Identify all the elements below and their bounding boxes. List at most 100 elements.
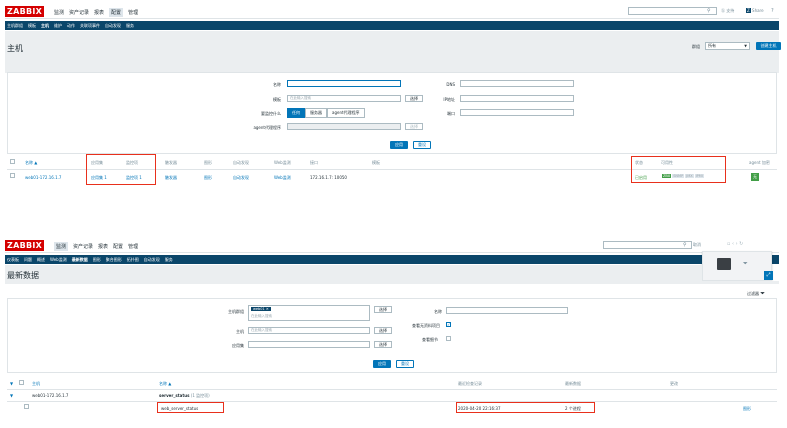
submenu-actions[interactable]: 动作 — [67, 23, 75, 29]
window-controls-icon[interactable]: ▫ ‹ › ↻ — [727, 241, 743, 247]
monitored-proxy[interactable]: agent代理程序 — [327, 108, 365, 118]
col-host[interactable]: 主机 — [32, 381, 40, 387]
item-graph-link[interactable]: 图形 — [743, 406, 751, 412]
monitored-server[interactable]: 服务器 — [305, 108, 327, 118]
triggers-link[interactable]: 触发器 — [165, 175, 177, 181]
group-select[interactable]: 所有 ▼ — [705, 42, 750, 50]
submenu-maps[interactable]: 拓扑图 — [127, 257, 139, 263]
submenu-latest-data[interactable]: 最新数据 — [72, 257, 88, 263]
filter-template-input[interactable]: 在此输入搜索 — [287, 95, 401, 102]
dropdown-icon[interactable]: ⏷ — [743, 260, 748, 268]
filter-dns-input[interactable] — [460, 80, 574, 87]
application-input[interactable] — [248, 341, 370, 348]
monitored-by-radio: 任何 服务器 agent代理程序 — [287, 108, 365, 118]
image-popup[interactable]: ⏷ — [702, 251, 772, 281]
expand-host-icon[interactable]: ▼ — [10, 393, 13, 398]
select-all-checkbox-2[interactable] — [19, 380, 24, 385]
highlight-apps-items — [86, 154, 156, 185]
host-select-button[interactable]: 选择 — [374, 327, 392, 334]
row-checkbox[interactable] — [10, 173, 15, 178]
submenu-web[interactable]: Web监测 — [50, 257, 67, 263]
submenu-host-groups[interactable]: 主机群组 — [7, 23, 23, 29]
submenu-services[interactable]: 服务 — [126, 23, 134, 29]
share-link[interactable]: Z Share — [746, 8, 764, 13]
submenu-dashboard[interactable]: 仪表板 — [7, 257, 19, 263]
latest-reset-button[interactable]: 重设 — [396, 360, 414, 368]
menu-reports[interactable]: 报表 — [94, 9, 104, 16]
help-icon[interactable]: ? — [771, 8, 774, 14]
search-input-2[interactable] — [603, 241, 692, 249]
graphs-link[interactable]: 图形 — [204, 175, 212, 181]
search-input[interactable] — [628, 7, 717, 15]
submenu-overview[interactable]: 概述 — [37, 257, 45, 263]
col-item-name[interactable]: 名称 ▲ — [159, 381, 171, 387]
latest-apply-button[interactable]: 应用 — [373, 360, 391, 368]
submenu-problems[interactable]: 问题 — [24, 257, 32, 263]
filter-reset-button[interactable]: 重设 — [413, 141, 431, 149]
template-select-button[interactable]: 选择 — [405, 95, 423, 102]
search-icon[interactable]: ⚲ — [707, 8, 711, 14]
submenu-graphs[interactable]: 图形 — [93, 257, 101, 263]
app-group-count: (1 监控项) — [190, 393, 210, 398]
menu-inventory-2[interactable]: 资产记录 — [73, 243, 93, 250]
submenu-hosts[interactable]: 主机 — [41, 23, 49, 29]
filter-toggle[interactable]: 过滤器 ⏷ — [747, 290, 765, 298]
fullscreen-icon[interactable]: ⤢ — [764, 271, 773, 280]
submenu-discovery[interactable]: 自动发现 — [105, 23, 121, 29]
latest-data-page: ZABBIX 监测 资产记录 报表 配置 管理 ⚲ 取消 ▫ ‹ › ↻ 仪表板… — [5, 237, 779, 423]
host-group-select-button[interactable]: 选择 — [374, 306, 392, 313]
submenu-correlation[interactable]: 关联项事件 — [80, 23, 100, 29]
application-select-button[interactable]: 选择 — [374, 341, 392, 348]
menu-monitoring-2[interactable]: 监测 — [54, 242, 69, 251]
application-label: 应用集 — [232, 343, 244, 348]
app-group-name: server_status (1 监控项) — [159, 393, 210, 399]
col-name[interactable]: 名称 ▲ — [25, 160, 37, 166]
cancel-link[interactable]: 取消 — [693, 242, 701, 248]
show-no-data-checkbox[interactable]: ✓ — [446, 322, 451, 327]
filter-proxy-input — [287, 123, 401, 130]
menu-administration-2[interactable]: 管理 — [128, 243, 138, 250]
tag-close-icon[interactable]: ✕ — [266, 307, 269, 311]
highlight-item-name — [157, 402, 224, 413]
filter-name-input[interactable] — [287, 80, 401, 87]
show-details-checkbox[interactable] — [446, 336, 451, 341]
collapse-all-icon[interactable]: ▼ — [10, 381, 13, 386]
col-graphs: 图形 — [204, 160, 212, 165]
image-icon — [717, 258, 731, 270]
create-host-button[interactable]: 创建主机 — [756, 42, 781, 50]
submenu-maintenance[interactable]: 维护 — [54, 23, 62, 29]
item-row-checkbox[interactable] — [24, 404, 29, 409]
item-name-input[interactable] — [446, 307, 568, 314]
share-icon: Z — [746, 8, 751, 13]
filter-port-input[interactable] — [460, 109, 574, 116]
menu-configuration-2[interactable]: 配置 — [113, 243, 123, 250]
menu-inventory[interactable]: 资产记录 — [69, 9, 89, 16]
support-link[interactable]: Ⓢ 支持 — [721, 8, 734, 14]
filter-ip-input[interactable] — [460, 95, 574, 102]
host-input[interactable]: 在此输入搜索 — [248, 327, 370, 334]
monitored-any[interactable]: 任何 — [287, 108, 305, 118]
filter-icon: ⏷ — [760, 290, 766, 297]
top-nav: ZABBIX 监测 资产记录 报表 配置 管理 ⚲ Ⓢ 支持 Z Share ? — [5, 3, 779, 19]
select-all-checkbox[interactable] — [10, 159, 15, 164]
show-details-label: 查看细节 — [422, 337, 438, 342]
support-label: 支持 — [726, 8, 735, 13]
filter-apply-button[interactable]: 应用 — [390, 141, 408, 149]
host-group-tag[interactable]: web01 ✕ — [251, 307, 271, 311]
page-title: 主机 — [7, 44, 23, 53]
submenu-discovery-2[interactable]: 自动发现 — [144, 257, 160, 263]
host-group-input[interactable]: web01 ✕ 在此输入搜索 — [248, 305, 370, 321]
submenu-screens[interactable]: 聚合图形 — [106, 257, 122, 263]
web-link[interactable]: Web监测 — [274, 175, 291, 181]
host-name-link[interactable]: web01-172.16.1.7 — [25, 175, 61, 180]
app-group-title: server_status — [159, 393, 190, 398]
submenu-services-2[interactable]: 服务 — [165, 257, 173, 263]
menu-configuration[interactable]: 配置 — [109, 8, 124, 17]
submenu-templates[interactable]: 模板 — [28, 23, 36, 29]
discovery-link[interactable]: 自动发现 — [233, 175, 249, 181]
search-icon-2[interactable]: ⚲ — [683, 242, 687, 248]
proxy-select-button[interactable]: 选择 — [405, 123, 423, 130]
menu-administration[interactable]: 管理 — [128, 9, 138, 16]
menu-monitoring[interactable]: 监测 — [54, 9, 64, 16]
menu-reports-2[interactable]: 报表 — [98, 243, 108, 250]
